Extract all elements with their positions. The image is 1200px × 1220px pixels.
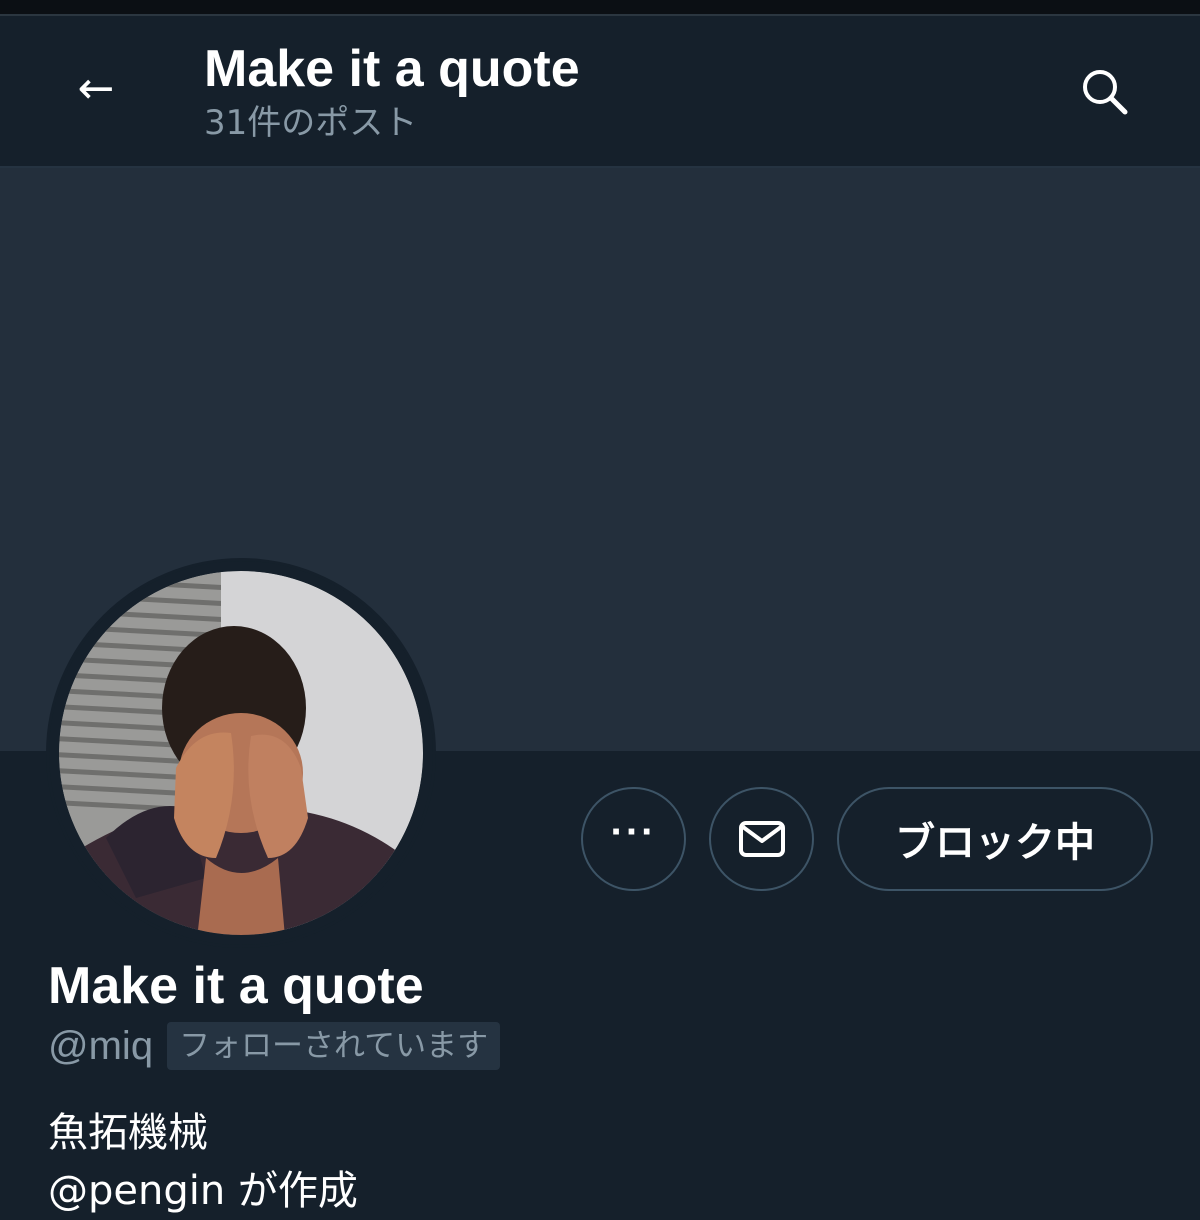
profile-header: ← Make it a quote 31件のポスト — [0, 16, 1200, 168]
bio-line: @pengin が作成 — [48, 1168, 358, 1214]
follows-you-badge: フォローされています — [167, 1022, 501, 1070]
search-button[interactable] — [1070, 60, 1140, 124]
handle-row: @miq フォローされています — [48, 1020, 501, 1072]
profile-handle: @miq — [48, 1024, 154, 1068]
avatar[interactable] — [46, 558, 436, 948]
more-dots-icon: ··· — [610, 809, 657, 854]
back-arrow-icon: ← — [77, 62, 115, 114]
blocked-button[interactable]: ブロック中 — [837, 787, 1153, 891]
more-options-button[interactable]: ··· — [581, 787, 686, 891]
bio-line: 魚拓機械 — [48, 1110, 208, 1156]
mail-icon — [738, 821, 785, 857]
back-button[interactable]: ← — [56, 56, 136, 120]
post-count: 31件のポスト — [204, 103, 418, 143]
message-button[interactable] — [709, 787, 814, 891]
header-title: Make it a quote — [204, 40, 580, 98]
status-bar — [0, 0, 1200, 16]
profile-name: Make it a quote — [48, 957, 424, 1015]
profile-bio: 魚拓機械 @pengin が作成 — [48, 1104, 358, 1220]
search-icon — [1083, 70, 1128, 115]
